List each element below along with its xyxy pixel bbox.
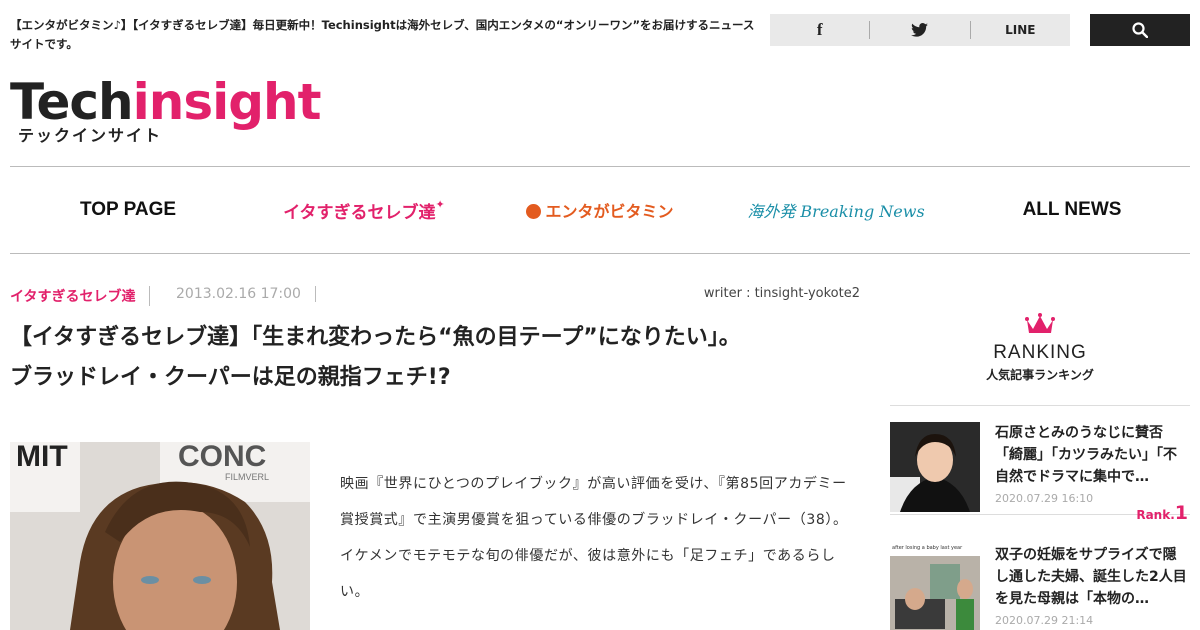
ranking-item-date: 2020.07.29 16:10 [995, 492, 1094, 505]
crown-icon [1025, 313, 1055, 333]
ranking-thumbnail-caption: after losing a baby last year [892, 545, 963, 551]
sparkle-icon: ✦ [435, 197, 445, 211]
article-body: 映画『世界にひとつのプレイブック』が高い評価を受け、『第85回アカデミー賞授賞式… [340, 476, 848, 600]
ranking-item-date: 2020.07.29 21:14 [995, 614, 1094, 627]
twitter-icon [911, 23, 929, 37]
article-headline: 【イタすぎるセレブ達】「生まれ変わったら“魚の目テープ”になりたい」。 ブラッド… [10, 318, 860, 398]
line-label: LINE [1005, 23, 1036, 37]
nav-all-news[interactable]: ALL NEWS [954, 199, 1190, 221]
photo-backdrop-text-2: CONC [178, 442, 267, 473]
ranking-subtitle: 人気記事ランキング [986, 368, 1094, 382]
article-writer: writer : tinsight-yokote2 [703, 286, 860, 301]
article-photo: MIT CONC FILMVERL [10, 442, 310, 630]
vitamin-icon [526, 204, 542, 219]
ranking-title: RANKING [993, 342, 1087, 363]
ranking-thumbnail [890, 422, 980, 512]
nav-enta-vitamin-label: エンタがビタミン [545, 202, 674, 221]
ranking-number: Rank.1 [1136, 502, 1188, 524]
ranking-item[interactable]: 石原さとみのうなじに賛否「綺麗」「カツラみたい」「不自然でドラマに集中で… 20… [890, 405, 1190, 524]
search-button[interactable] [1090, 14, 1190, 46]
logo-kana: テックインサイト [18, 126, 163, 145]
line-share-button[interactable]: LINE [971, 21, 1070, 39]
site-logo[interactable]: Techinsight テックインサイト [10, 72, 322, 145]
facebook-share-button[interactable]: f [770, 20, 871, 39]
nav-ita-celeb[interactable]: イタすぎるセレブ達✦ [246, 198, 482, 223]
twitter-share-button[interactable] [870, 21, 971, 39]
ranking-item-title: 双子の妊娠をサプライズで隠し通した夫婦、誕生した2人目を見た母親は「本物の… [995, 547, 1187, 607]
article-category-link[interactable]: イタすぎるセレブ達 [10, 286, 151, 306]
main-nav: TOP PAGE イタすぎるセレブ達✦ エンタがビタミン 海外発 Breakin… [10, 166, 1190, 254]
headline-line-2: ブラッドレイ・クーパーは足の親指フェチ!? [10, 365, 451, 390]
facebook-icon: f [816, 20, 823, 39]
nav-ita-celeb-label: イタすぎるセレブ達 [283, 202, 436, 223]
ranking-item-title: 石原さとみのうなじに賛否「綺麗」「カツラみたい」「不自然でドラマに集中で… [995, 425, 1177, 485]
nav-enta-vitamin[interactable]: エンタがビタミン [482, 198, 718, 222]
site-tagline: 【エンタがビタミン♪】【イタすぎるセレブ達】毎日更新中！Techinsightは… [10, 18, 755, 51]
photo-backdrop-text-1: MIT [16, 442, 68, 473]
ranking-thumbnail: after losing a baby last year [890, 544, 980, 630]
ranking-header: RANKING 人気記事ランキング [890, 312, 1190, 383]
nav-breaking-news[interactable]: 海外発 Breaking News [718, 198, 954, 222]
photo-backdrop-text-3: FILMVERL [225, 472, 270, 482]
article-date: 2013.02.16 17:00 [176, 286, 316, 302]
article-meta: イタすぎるセレブ達 2013.02.16 17:00 writer : tins… [10, 286, 860, 306]
share-bar: f LINE [770, 14, 1070, 46]
ranking-item[interactable]: after losing a baby last year 双子の妊娠をサプライ… [890, 528, 1190, 630]
nav-top-page[interactable]: TOP PAGE [10, 199, 246, 221]
headline-line-1: 【イタすぎるセレブ達】「生まれ変わったら“魚の目テープ”になりたい」。 [10, 325, 741, 350]
search-icon [1132, 22, 1148, 38]
